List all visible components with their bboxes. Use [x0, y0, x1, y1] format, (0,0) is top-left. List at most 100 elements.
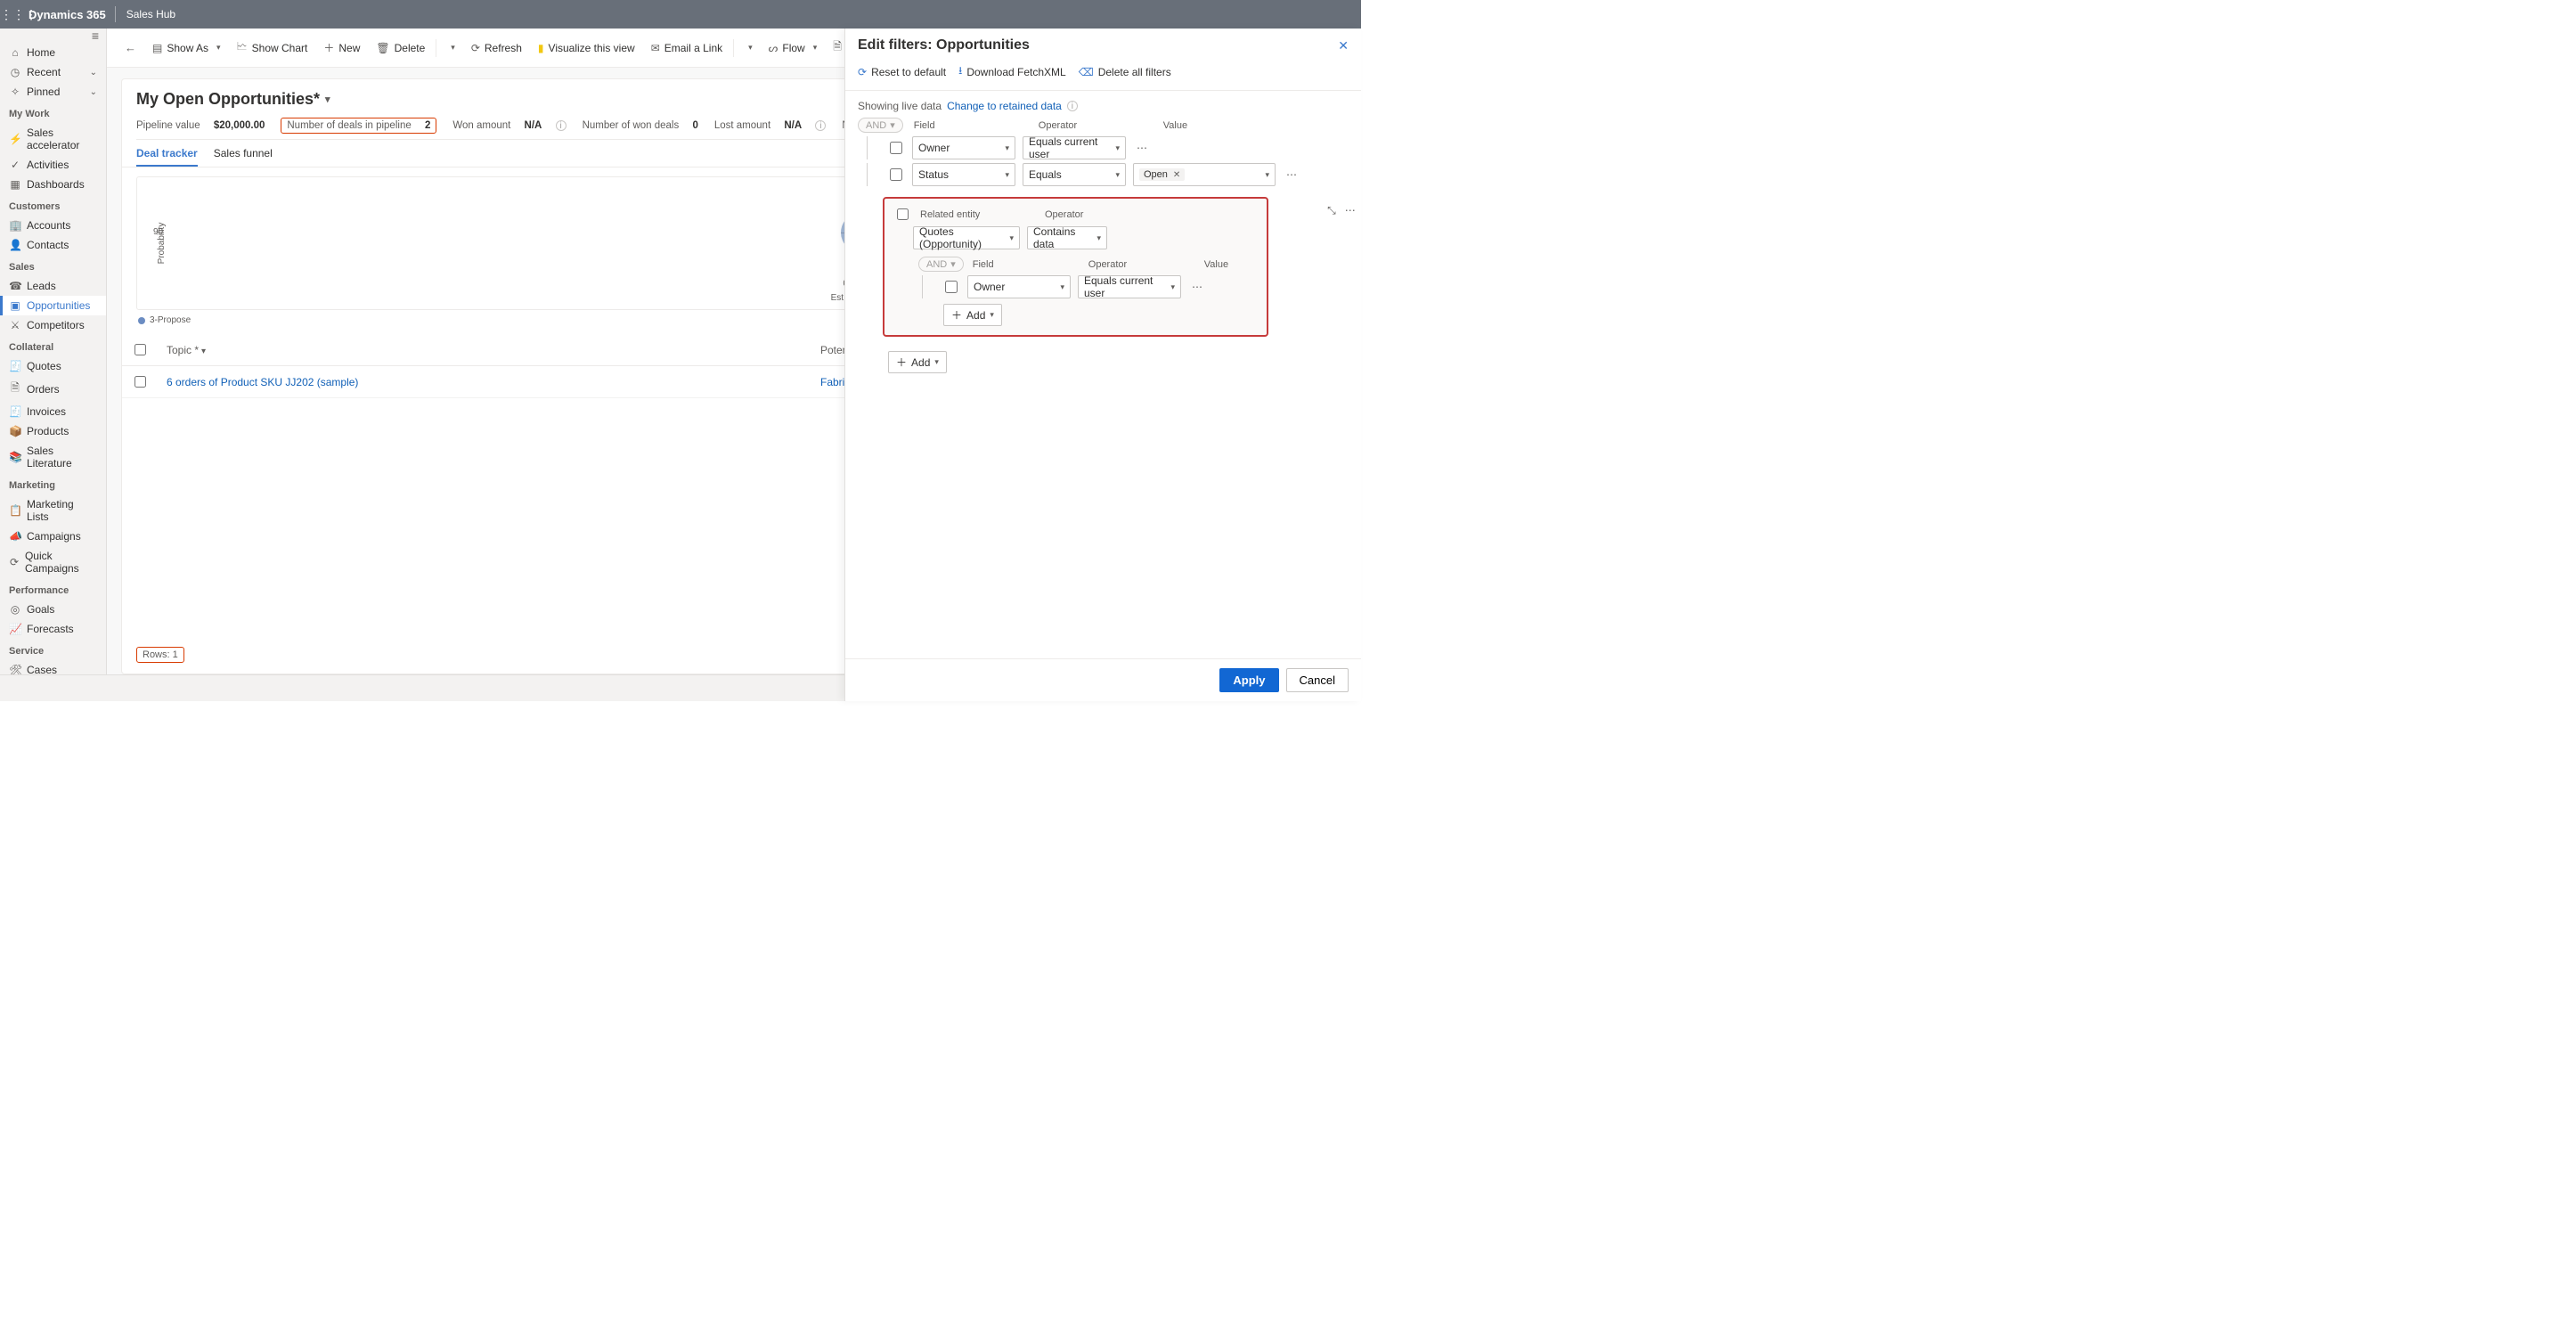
info-icon[interactable]: i [1067, 101, 1078, 111]
row-checkbox[interactable] [945, 281, 958, 293]
remove-tag-icon[interactable]: ✕ [1173, 170, 1180, 180]
cmd-delete[interactable]: 🗑Delete [369, 38, 432, 58]
nav-icon: ▣ [9, 299, 21, 312]
col-topic[interactable]: Topic *▾ [158, 334, 811, 366]
back-button[interactable]: ← [118, 37, 143, 58]
download-fetchxml-button[interactable]: ⭳Download FetchXML [958, 62, 1066, 81]
report-icon: 🗎 [833, 38, 842, 57]
cmd-visualize[interactable]: ▮Visualize this view [531, 38, 642, 58]
sidebar-item-home[interactable]: ⌂Home [0, 43, 106, 62]
close-icon[interactable]: ✕ [1338, 38, 1349, 53]
inner-operator-select[interactable]: Equals current user▾ [1078, 275, 1181, 298]
operator-select-equals-current-user[interactable]: Equals current user▾ [1023, 136, 1126, 159]
sidebar-item-marketing-lists[interactable]: 📋Marketing Lists [0, 494, 106, 527]
row-checkbox[interactable] [135, 376, 146, 388]
cmd-new[interactable]: ＋New [316, 37, 367, 59]
chevron-down-icon: ▾ [213, 43, 221, 53]
chevron-down-icon: ▾ [745, 43, 753, 53]
nav-group-service: Service [0, 639, 106, 660]
value-select-open[interactable]: Open✕▾ [1133, 163, 1276, 186]
sidebar-item-sales-accelerator[interactable]: ⚡Sales accelerator [0, 123, 106, 155]
nav-group-my-work: My Work [0, 102, 106, 123]
cmd-delete-split[interactable]: ▾ [440, 39, 462, 56]
sidebar-item-leads[interactable]: ☎Leads [0, 276, 106, 296]
inner-add-button[interactable]: ＋Add▾ [943, 304, 1002, 326]
reset-to-default-button[interactable]: ⟳Reset to default [858, 62, 946, 81]
nav-icon: 🧾 [9, 360, 21, 372]
nav-icon: 🧾 [9, 405, 21, 418]
sidebar-item-pinned[interactable]: ✧Pinned⌄ [0, 82, 106, 102]
row-more-icon[interactable]: ⋯ [1345, 204, 1356, 217]
apply-button[interactable]: Apply [1219, 668, 1278, 692]
cmd-email-split[interactable]: ▾ [738, 39, 760, 56]
row-checkbox[interactable] [890, 142, 902, 154]
outer-add-button[interactable]: ＋Add▾ [888, 351, 947, 373]
row-more-icon[interactable]: ⋯ [1133, 142, 1151, 154]
delete-all-filters-button[interactable]: ⌫Delete all filters [1079, 62, 1171, 81]
chevron-down-icon: ▾ [1005, 170, 1009, 180]
row-checkbox[interactable] [890, 168, 902, 181]
sidebar-item-recent[interactable]: ◷Recent⌄ [0, 62, 106, 82]
cmd-show-as[interactable]: ▤Show As▾ [145, 38, 228, 58]
sidebar-item-activities[interactable]: ✓Activities [0, 155, 106, 175]
related-entity-group: ⤡ ⋯ Related entity Operator Quotes (Oppo… [883, 197, 1268, 337]
chart-ytick: 90 [153, 227, 163, 237]
sidebar-item-competitors[interactable]: ⚔Competitors [0, 315, 106, 335]
waffle-icon[interactable]: ⋮⋮⋮ [0, 7, 29, 22]
chevron-down-icon: ▾ [1060, 282, 1064, 292]
chevron-down-icon: ▾ [447, 43, 455, 53]
change-retained-data-link[interactable]: Change to retained data [947, 100, 1062, 112]
sidebar-item-forecasts[interactable]: 📈Forecasts [0, 619, 106, 639]
chart-icon: 🗠 [237, 38, 248, 57]
row-more-icon[interactable]: ⋯ [1188, 281, 1206, 293]
sidebar-item-sales-literature[interactable]: 📚Sales Literature [0, 441, 106, 473]
nav-icon: ⟳ [9, 556, 20, 568]
live-data-label: Showing live data [858, 100, 942, 112]
sidebar-item-orders[interactable]: 🗎Orders [0, 376, 106, 402]
sidebar-item-contacts[interactable]: 👤Contacts [0, 235, 106, 255]
sidebar-item-campaigns[interactable]: 📣Campaigns [0, 527, 106, 546]
cmd-refresh[interactable]: ⟳Refresh [464, 38, 529, 58]
sidebar-item-opportunities[interactable]: ▣Opportunities [0, 296, 106, 315]
sidebar-item-cases[interactable]: 🛠Cases [0, 660, 106, 674]
sidebar-item-dashboards[interactable]: ▦Dashboards [0, 175, 106, 194]
sidebar-item-invoices[interactable]: 🧾Invoices [0, 402, 106, 421]
sidebar-item-accounts[interactable]: 🏢Accounts [0, 216, 106, 235]
row-checkbox[interactable] [897, 208, 909, 220]
cmd-email-link[interactable]: ✉Email a Link [644, 38, 730, 58]
plus-icon: ＋ [951, 307, 962, 323]
operator-select-equals[interactable]: Equals▾ [1023, 163, 1126, 186]
row-more-icon[interactable]: ⋯ [1283, 168, 1300, 181]
and-operator-chip[interactable]: AND▾ [858, 118, 903, 133]
info-icon[interactable]: i [815, 120, 826, 131]
sidebar-item-products[interactable]: 📦Products [0, 421, 106, 441]
sidebar-item-quick-campaigns[interactable]: ⟳Quick Campaigns [0, 546, 106, 578]
select-all-checkbox[interactable] [135, 344, 146, 355]
related-entity-select[interactable]: Quotes (Opportunity)▾ [913, 226, 1020, 249]
cmd-show-chart[interactable]: 🗠Show Chart [230, 35, 315, 61]
kpi-deals-highlight: Number of deals in pipeline 2 [281, 118, 436, 134]
collapse-icon[interactable]: ⤡ [1327, 204, 1336, 217]
field-select-owner[interactable]: Owner▾ [912, 136, 1015, 159]
chevron-down-icon: ▾ [990, 310, 994, 320]
cancel-button[interactable]: Cancel [1286, 668, 1349, 692]
brand-label: Dynamics 365 [29, 8, 115, 21]
nav-icon: ▦ [9, 178, 21, 191]
chevron-down-icon: ▾ [1265, 170, 1269, 180]
sidebar-item-quotes[interactable]: 🧾Quotes [0, 356, 106, 376]
nav-icon: ⌂ [9, 46, 21, 59]
nav-icon: ✧ [9, 86, 21, 98]
sidebar-item-goals[interactable]: ◎Goals [0, 600, 106, 619]
related-operator-select[interactable]: Contains data▾ [1027, 226, 1107, 249]
cell-topic[interactable]: 6 orders of Product SKU JJ202 (sample) [158, 366, 811, 398]
info-icon[interactable]: i [556, 120, 567, 131]
cmd-flow[interactable]: ᔕFlow▾ [762, 38, 825, 58]
tab-sales-funnel[interactable]: Sales funnel [214, 140, 273, 167]
nav-icon: 🏢 [9, 219, 21, 232]
hamburger-icon[interactable]: ≡ [0, 29, 106, 43]
field-select-status[interactable]: Status▾ [912, 163, 1015, 186]
chevron-down-icon: ▾ [325, 94, 330, 105]
tab-deal-tracker[interactable]: Deal tracker [136, 140, 198, 167]
inner-and-chip[interactable]: AND▾ [918, 257, 964, 272]
inner-field-select[interactable]: Owner▾ [967, 275, 1071, 298]
